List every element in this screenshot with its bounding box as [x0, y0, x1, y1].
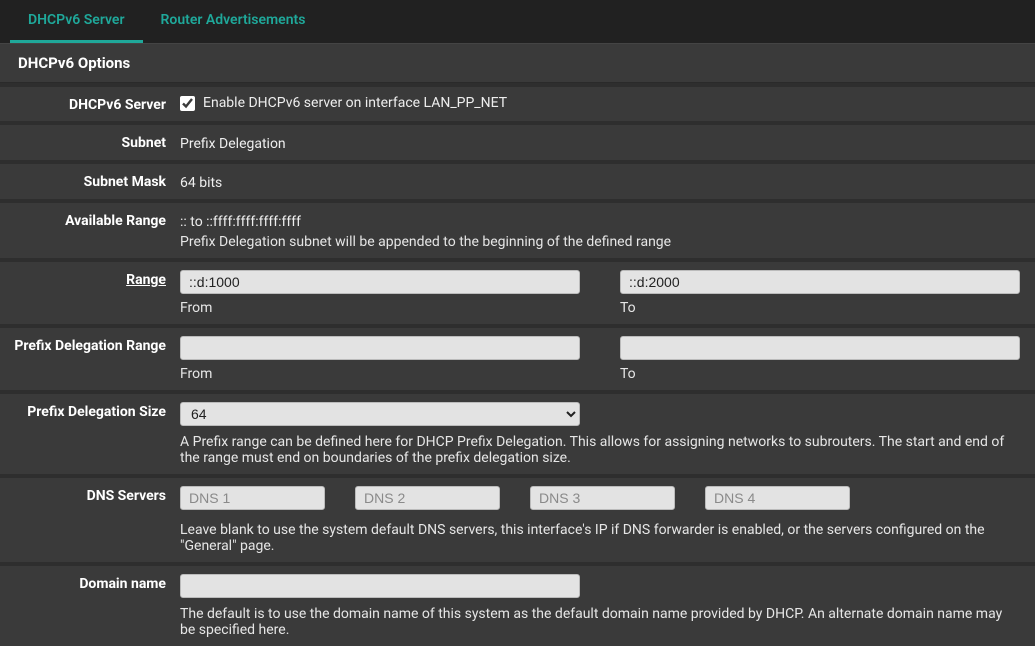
help-available-range: Prefix Delegation subnet will be appende… — [180, 234, 1020, 250]
label-subnet-mask: Subnet Mask — [12, 172, 180, 190]
dns4-input[interactable] — [705, 486, 850, 510]
label-pd-range: Prefix Delegation Range — [12, 336, 180, 354]
help-pd-size: A Prefix range can be defined here for D… — [180, 434, 1020, 466]
value-subnet: Prefix Delegation — [180, 133, 1023, 152]
value-subnet-mask: 64 bits — [180, 172, 1023, 191]
pd-size-select[interactable]: 64 — [180, 402, 580, 426]
help-domain: The default is to use the domain name of… — [180, 606, 1020, 638]
range-to-input[interactable] — [620, 270, 1020, 294]
help-dns: Leave blank to use the system default DN… — [180, 522, 1020, 554]
tab-router-advertisements[interactable]: Router Advertisements — [143, 0, 324, 43]
domain-name-input[interactable] — [180, 574, 580, 598]
pd-range-from-caption: From — [180, 366, 580, 382]
range-to-caption: To — [620, 300, 1020, 316]
enable-dhcpv6-text: Enable DHCPv6 server on interface LAN_PP… — [203, 95, 507, 111]
enable-dhcpv6-checkbox[interactable] — [180, 96, 195, 111]
dns3-input[interactable] — [530, 486, 675, 510]
label-dhcpv6-server: DHCPv6 Server — [12, 95, 180, 113]
label-subnet: Subnet — [12, 133, 180, 151]
value-available-range: :: to ::ffff:ffff:ffff:ffff — [180, 211, 1023, 230]
dns2-input[interactable] — [355, 486, 500, 510]
label-domain-name: Domain name — [12, 574, 180, 592]
range-from-caption: From — [180, 300, 580, 316]
label-available-range: Available Range — [12, 211, 180, 229]
enable-dhcpv6-wrapper[interactable]: Enable DHCPv6 server on interface LAN_PP… — [180, 95, 1023, 111]
pd-range-to-caption: To — [620, 366, 1020, 382]
tab-dhcpv6-server[interactable]: DHCPv6 Server — [10, 0, 143, 43]
label-pd-size: Prefix Delegation Size — [12, 402, 180, 420]
section-title: DHCPv6 Options — [0, 44, 1035, 83]
label-range[interactable]: Range — [12, 270, 180, 288]
range-from-input[interactable] — [180, 270, 580, 294]
pd-range-to-input[interactable] — [620, 336, 1020, 360]
dns1-input[interactable] — [180, 486, 325, 510]
label-dns-servers: DNS Servers — [12, 486, 180, 504]
pd-range-from-input[interactable] — [180, 336, 580, 360]
